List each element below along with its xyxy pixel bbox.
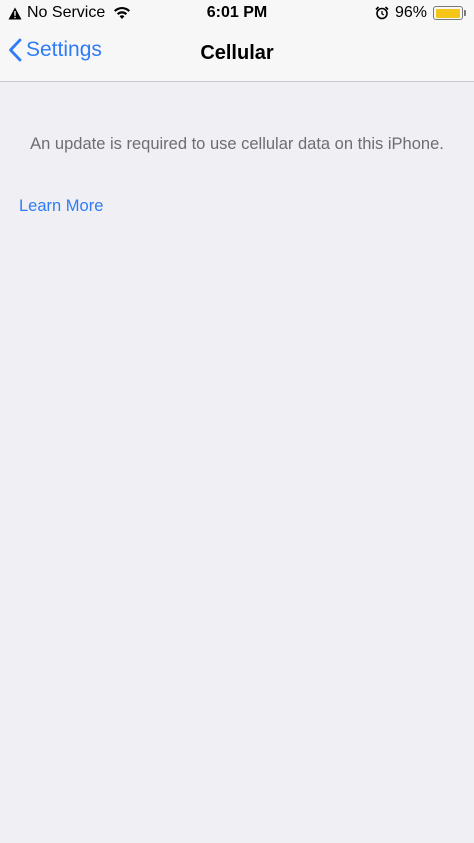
update-required-message: An update is required to use cellular da…	[30, 135, 444, 153]
navigation-bar: Settings Cellular	[0, 26, 474, 82]
learn-more-link[interactable]: Learn More	[19, 195, 103, 217]
battery-icon	[433, 6, 466, 20]
status-right: 96%	[375, 3, 466, 23]
battery-tip	[464, 10, 466, 16]
status-bar: No Service 6:01 PM 96%	[0, 0, 474, 26]
battery-fill	[435, 8, 460, 18]
page-title: Cellular	[200, 42, 274, 64]
alarm-icon	[375, 6, 389, 20]
battery-body	[433, 6, 463, 20]
battery-percent: 96%	[394, 4, 427, 21]
